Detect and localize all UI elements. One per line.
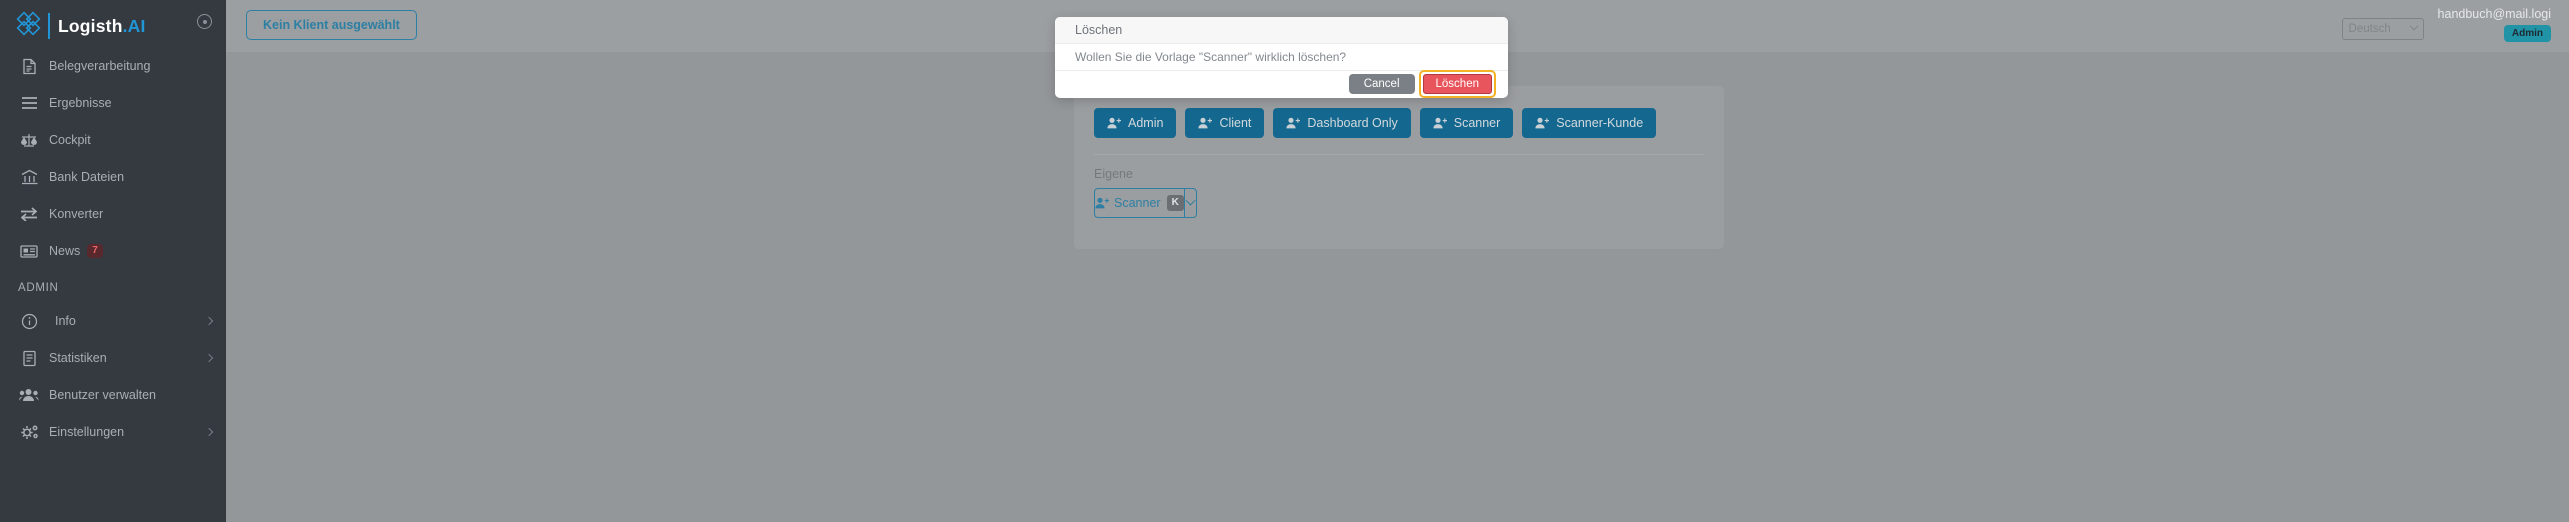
own-template-dropdown-toggle[interactable] [1183,188,1197,218]
exchange-arrows-icon [18,205,40,223]
role-button-label: Scanner [1453,116,1501,130]
sidebar-item-label: Einstellungen [49,424,125,439]
info-circle-icon [18,312,40,330]
sidebar-item-ergebnisse[interactable]: Ergebnisse [0,92,226,114]
brand-name: Logisth.AI [58,16,146,37]
role-button-label: Dashboard Only [1307,116,1398,130]
topbar-right-group: Deutsch handbuch@mail.logi Admin [2341,4,2551,42]
role-button-admin[interactable]: Admin [1094,108,1177,138]
language-select-value: Deutsch [2348,23,2391,35]
brand-logo[interactable]: Logisth.AI [0,0,226,52]
sidebar-item-belegverarbeitung[interactable]: Belegverarbeitung [0,55,226,77]
brand-name-main: Logisth [58,15,123,36]
sidebar-item-bank-dateien[interactable]: Bank Dateien [0,166,226,188]
user-plus-icon [1198,117,1213,129]
sidebar-item-label: Bank Dateien [49,169,125,184]
sidebar-section-admin: ADMIN [18,282,59,294]
sidebar-item-label: News [49,243,81,258]
user-plus-icon [1095,197,1109,209]
sidebar-item-label: Benutzer verwalten [49,387,157,402]
sidebar-item-label: Cockpit [49,132,91,147]
chevron-right-icon [204,316,214,326]
modal-body: Wollen Sie die Vorlage "Scanner" wirklic… [1055,44,1508,70]
bank-icon [18,168,40,186]
chevron-right-icon [204,353,214,363]
role-button-label: Admin [1128,116,1164,130]
own-template-label: Scanner [1114,196,1161,210]
own-template-badge: K [1166,195,1184,211]
sidebar-item-news[interactable]: News 7 [0,240,226,262]
sidebar-item-label: Belegverarbeitung [49,58,151,73]
delete-confirm-modal: Löschen Wollen Sie die Vorlage "Scanner"… [1055,17,1508,98]
document-icon [18,57,40,75]
sidebar-admin-nav: Info Statistiken Benutzer verwalten Eins… [0,310,226,443]
sidebar-main-nav: Belegverarbeitung Ergebnisse Cockpit Ban… [0,55,226,262]
modal-message: Wollen Sie die Vorlage "Scanner" wirklic… [1075,50,1347,64]
sidebar-item-konverter[interactable]: Konverter [0,203,226,225]
sidebar-item-info[interactable]: Info [0,310,226,332]
language-select[interactable]: Deutsch [2341,18,2424,40]
role-button-scanner-kunde[interactable]: Scanner-Kunde [1522,108,1657,138]
confirm-delete-button[interactable]: Löschen [1422,74,1492,94]
sidebar-item-label: Info [55,313,76,328]
collapse-circle-icon[interactable] [197,14,212,29]
user-role-badge: Admin [2503,25,2551,42]
modal-title: Löschen [1075,23,1123,37]
sidebar-item-label: Statistiken [49,350,107,365]
main-content: Admin Client Dashboard Only Scanner Scan… [226,52,2569,522]
own-template-button[interactable]: Scanner K [1094,188,1184,218]
chevron-right-icon [204,427,214,437]
user-email: handbuch@mail.logi [2437,7,2551,21]
brand-name-ai: AI [127,15,146,36]
role-button-dashboard-only[interactable]: Dashboard Only [1273,108,1411,138]
user-plus-icon [1107,117,1121,129]
news-badge: 7 [87,244,103,258]
sidebar-item-benutzer-verwalten[interactable]: Benutzer verwalten [0,384,226,406]
roles-card: Admin Client Dashboard Only Scanner Scan… [1074,86,1724,249]
own-template-group: Scanner K [1094,188,1197,218]
sidebar-item-label: Ergebnisse [49,95,112,110]
modal-header: Löschen [1055,17,1508,44]
role-button-label: Scanner-Kunde [1556,116,1644,130]
sidebar-item-label: Konverter [49,206,104,221]
chevron-down-icon [1185,195,1196,206]
client-selector-button[interactable]: Kein Klient ausgewählt [246,10,417,40]
scales-balance-icon [18,131,40,149]
roles-card-inner: Admin Client Dashboard Only Scanner Scan… [1074,86,1724,218]
eigene-label: Eigene [1094,167,1133,181]
clover-diamond-logo-icon [16,11,46,41]
sidebar-item-cockpit[interactable]: Cockpit [0,129,226,151]
chevron-down-icon [2409,21,2418,31]
users-group-icon [18,386,40,404]
role-button-client[interactable]: Client [1185,108,1265,138]
user-info: handbuch@mail.logi Admin [2438,4,2551,42]
cancel-button[interactable]: Cancel [1348,74,1415,94]
app-root: Logisth.AI Belegverarbeitung Ergebnisse … [0,0,2569,522]
list-lines-icon [18,94,40,112]
user-plus-icon [1286,117,1301,129]
book-icon [18,349,40,367]
logo-divider [48,13,50,39]
sidebar: Logisth.AI Belegverarbeitung Ergebnisse … [0,0,226,522]
sidebar-item-statistiken[interactable]: Statistiken [0,347,226,369]
user-plus-icon [1433,117,1447,129]
card-divider [1094,154,1704,155]
user-plus-icon [1535,117,1550,129]
role-button-scanner[interactable]: Scanner [1419,108,1514,138]
confirm-button-focus-ring: Löschen [1418,70,1496,98]
sidebar-item-einstellungen[interactable]: Einstellungen [0,421,226,443]
gears-icon [18,423,40,441]
newspaper-icon [18,242,40,260]
modal-footer: Cancel Löschen [1055,70,1508,98]
role-button-label: Client [1219,116,1252,130]
